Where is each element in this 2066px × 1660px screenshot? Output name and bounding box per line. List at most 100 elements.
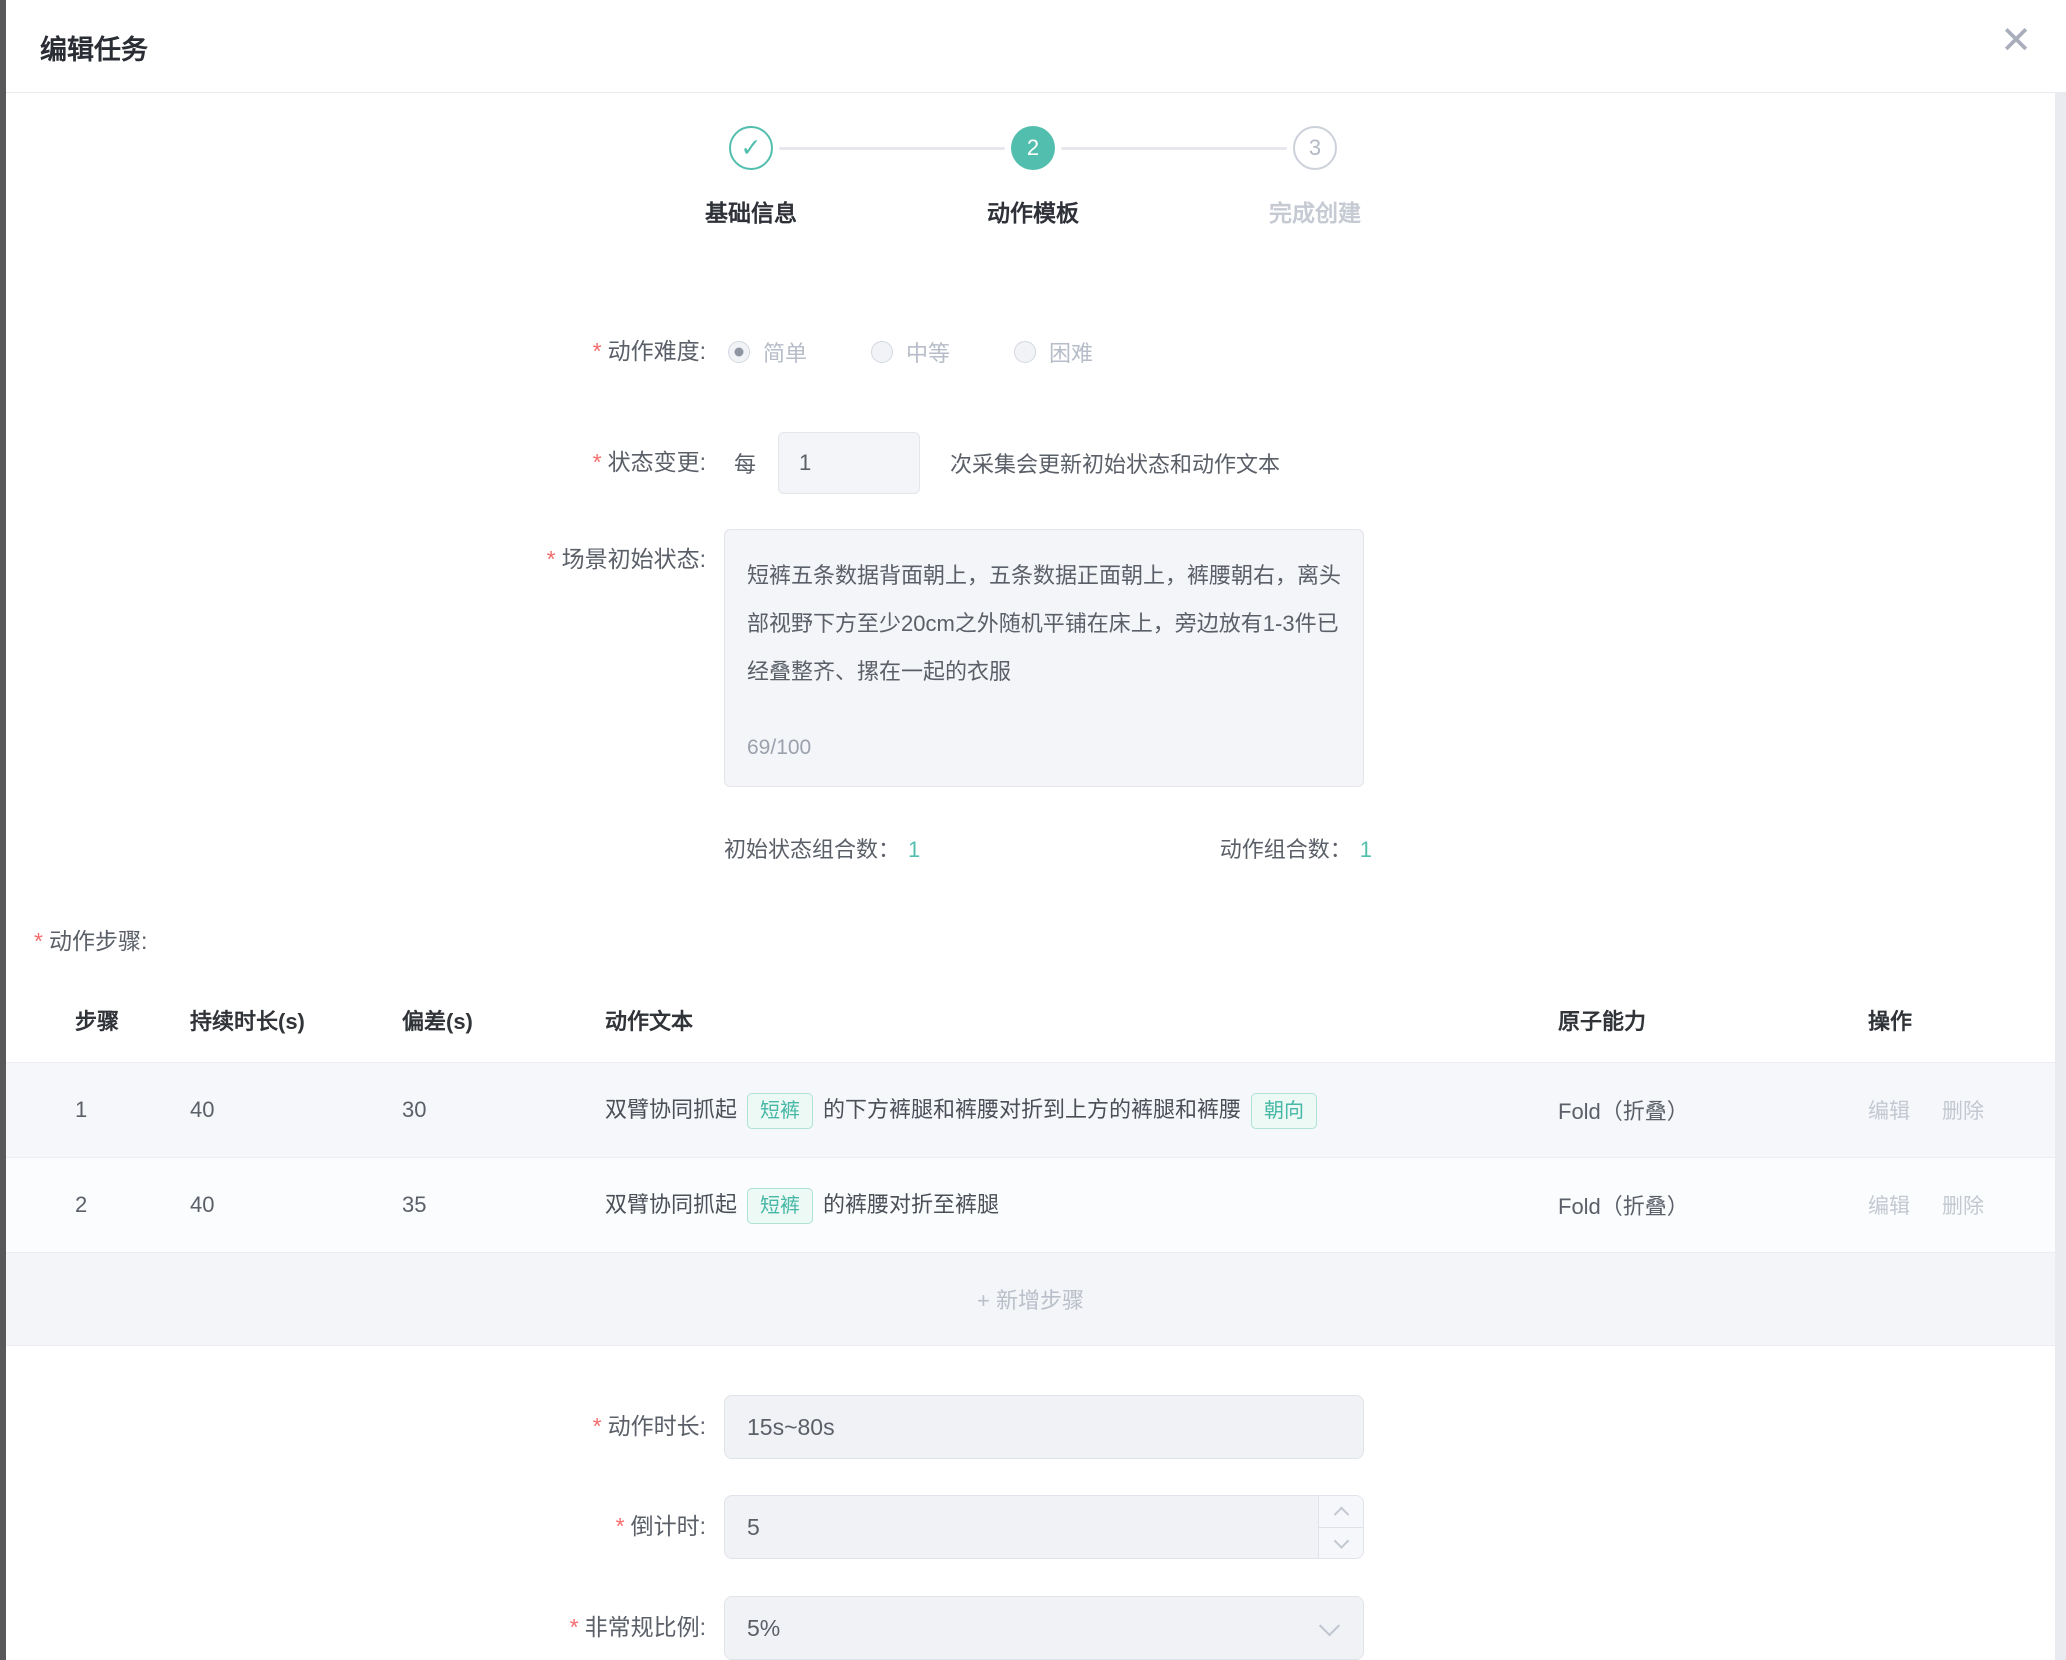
radio-button-icon [871,341,893,363]
required-mark: * [616,1513,625,1539]
action-combo-value: 1 [1360,837,1372,862]
table-row: 2 40 35 双臂协同抓起短裤的裤腰对折至裤腿 Fold（折叠） 编辑 删除 [6,1157,2055,1252]
col-operations: 操作 [1868,1004,2055,1036]
difficulty-label: *动作难度: [6,337,706,367]
scene-initial-state-row: *场景初始状态: 短裤五条数据背面朝上，五条数据正面朝上，裤腰朝右，离头部视野下… [6,529,2046,787]
step-number-icon: 3 [1293,126,1337,170]
cell-deviation: 35 [402,1192,605,1218]
cell-atomic-ability: Fold（折叠） [1558,1094,1868,1126]
state-change-row: *状态变更: 每 1 次采集会更新初始状态和动作文本 [6,432,2046,494]
action-text-segment: 双臂协同抓起 [605,1097,737,1122]
edit-link[interactable]: 编辑 [1868,1190,1910,1220]
action-text-segment: 双臂协同抓起 [605,1192,737,1217]
edit-link[interactable]: 编辑 [1868,1095,1910,1125]
orientation-tag: 朝向 [1251,1093,1317,1129]
object-tag: 短裤 [747,1093,813,1129]
col-step: 步骤 [75,1004,190,1036]
action-steps-table: 步骤 持续时长(s) 偏差(s) 动作文本 原子能力 操作 1 40 30 双臂… [6,978,2055,1346]
difficulty-radio-group: 简单 中等 困难 [728,336,1093,368]
initial-state-combo: 初始状态组合数： 1 [724,832,920,864]
unusual-ratio-row: *非常规比例: 5% [6,1596,2046,1660]
step-label: 动作模板 [948,194,1118,228]
chevron-up-icon [1333,1506,1349,1522]
required-mark: * [593,449,602,475]
radio-medium[interactable]: 中等 [871,336,950,368]
scene-initial-state-value: 短裤五条数据背面朝上，五条数据正面朝上，裤腰朝右，离头部视野下方至少20cm之外… [747,563,1341,684]
step-finish-create: 3 完成创建 [1230,126,1400,228]
action-duration-label: *动作时长: [6,1412,706,1442]
step-basic-info: ✓ 基础信息 [666,126,836,228]
scrollbar[interactable] [2055,93,2066,1660]
step-label: 完成创建 [1230,194,1400,228]
combination-counts: 初始状态组合数： 1 动作组合数： 1 [724,832,1372,864]
cell-operations: 编辑 删除 [1868,1190,2055,1220]
step-label: 基础信息 [666,194,836,228]
char-counter: 69/100 [747,724,811,772]
decrement-button[interactable] [1319,1528,1363,1559]
col-duration: 持续时长(s) [190,1004,402,1036]
table-header: 步骤 持续时长(s) 偏差(s) 动作文本 原子能力 操作 [6,978,2055,1062]
col-action-text: 动作文本 [605,1004,1558,1036]
unusual-ratio-select[interactable]: 5% [724,1596,1364,1660]
add-step-button[interactable]: + 新增步骤 [6,1252,2055,1346]
action-combo: 动作组合数： 1 [1220,832,1372,864]
delete-link[interactable]: 删除 [1942,1095,1984,1125]
delete-link[interactable]: 删除 [1942,1190,1984,1220]
table-row: 1 40 30 双臂协同抓起短裤的下方裤腿和裤腰对折到上方的裤腿和裤腰朝向 Fo… [6,1062,2055,1157]
radio-simple[interactable]: 简单 [728,336,807,368]
unusual-ratio-label: *非常规比例: [6,1613,706,1643]
radio-label: 简单 [763,336,807,368]
state-change-input[interactable]: 1 [778,432,920,494]
state-change-label: *状态变更: [6,448,706,478]
number-stepper [1318,1496,1363,1558]
close-icon[interactable]: ✕ [2000,22,2032,60]
wizard-stepper: ✓ 基础信息 2 动作模板 3 完成创建 [610,126,1456,236]
cell-action-text: 双臂协同抓起短裤的下方裤腿和裤腰对折到上方的裤腿和裤腰朝向 [605,1089,1558,1131]
countdown-row: *倒计时: 5 [6,1495,2046,1559]
action-text-segment: 的裤腰对折至裤腿 [823,1192,999,1217]
dialog-title: 编辑任务 [40,28,148,67]
chevron-down-icon [1319,1615,1340,1636]
required-mark: * [593,338,602,364]
radio-label: 中等 [906,336,950,368]
cell-atomic-ability: Fold（折叠） [1558,1189,1868,1221]
step-action-template: 2 动作模板 [948,126,1118,228]
col-atomic-ability: 原子能力 [1558,1004,1868,1036]
dialog-header: 编辑任务 ✕ [6,0,2066,93]
countdown-label: *倒计时: [6,1512,706,1542]
scene-initial-state-textarea[interactable]: 短裤五条数据背面朝上，五条数据正面朝上，裤腰朝右，离头部视野下方至少20cm之外… [724,529,1364,787]
action-duration-value: 15s~80s [747,1414,835,1441]
step-number-icon: 2 [1011,126,1055,170]
difficulty-row: *动作难度: 简单 中等 困难 [6,330,2046,374]
action-duration-input[interactable]: 15s~80s [724,1395,1364,1459]
radio-button-icon [728,341,750,363]
scene-initial-state-label: *场景初始状态: [6,529,706,575]
check-icon: ✓ [729,126,773,170]
required-mark: * [593,1413,602,1439]
initial-state-combo-value: 1 [908,837,920,862]
chevron-down-icon [1333,1534,1349,1550]
countdown-value: 5 [747,1514,760,1541]
action-duration-row: *动作时长: 15s~80s [6,1395,2046,1459]
state-change-value: 1 [799,450,811,476]
radio-button-icon [1014,341,1036,363]
object-tag: 短裤 [747,1188,813,1224]
cell-deviation: 30 [402,1097,605,1123]
cell-duration: 40 [190,1097,402,1123]
action-combo-label: 动作组合数： [1220,837,1352,862]
background-page-edge [0,0,6,1660]
radio-hard[interactable]: 困难 [1014,336,1093,368]
cell-operations: 编辑 删除 [1868,1095,2055,1125]
required-mark: * [547,546,556,572]
countdown-input[interactable]: 5 [724,1495,1364,1559]
cell-duration: 40 [190,1192,402,1218]
action-steps-label: *动作步骤: [34,922,147,956]
state-change-prefix: 每 [734,447,756,479]
required-mark: * [570,1614,579,1640]
col-deviation: 偏差(s) [402,1004,605,1036]
radio-label: 困难 [1049,336,1093,368]
action-text-segment: 的下方裤腿和裤腰对折到上方的裤腿和裤腰 [823,1097,1241,1122]
cell-step: 1 [75,1097,190,1123]
increment-button[interactable] [1319,1496,1363,1528]
initial-state-combo-label: 初始状态组合数： [724,837,900,862]
